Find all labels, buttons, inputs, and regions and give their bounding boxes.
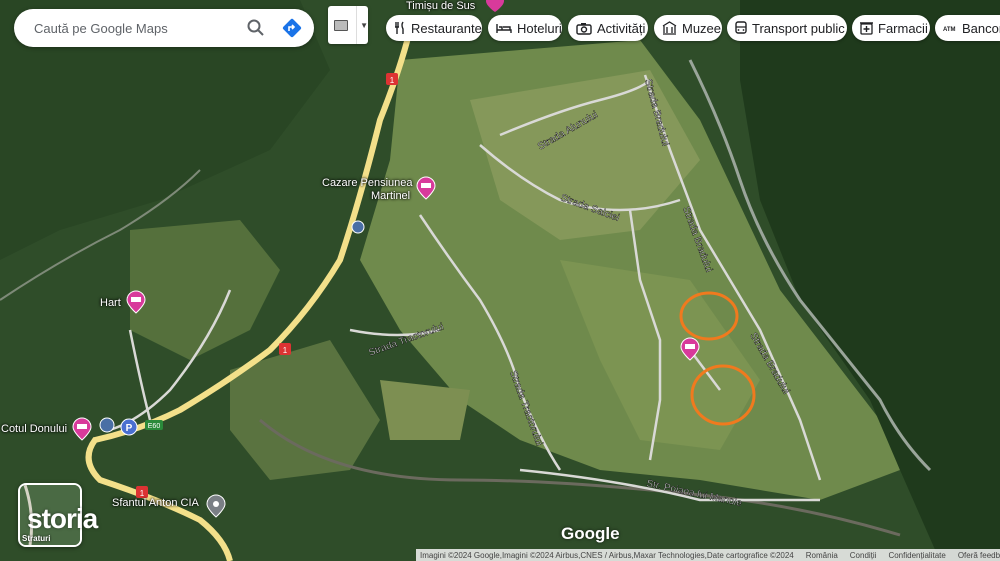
layers-label: Straturi (22, 534, 51, 543)
field-lower (380, 380, 470, 440)
chip-hoteluri[interactable]: Hoteluri (488, 15, 562, 41)
pharmacy-icon (860, 22, 873, 35)
place-label-hart[interactable]: Hart (100, 297, 121, 309)
hotel-pin-icon[interactable] (485, 0, 505, 12)
storia-watermark-logo: storia (27, 503, 98, 534)
place-label-timisu[interactable]: Timișu de Sus (406, 0, 475, 12)
keyboard-icon (334, 19, 349, 31)
terms-link[interactable]: Condiții (850, 551, 877, 560)
directions-icon[interactable] (280, 16, 304, 40)
road-shield-e60: E60 (145, 420, 163, 430)
chip-activitati[interactable]: Activități (568, 15, 648, 41)
feedback-link[interactable]: Oferă feedb (958, 551, 1000, 560)
hotel-pin-icon[interactable] (680, 337, 700, 361)
chip-restaurante[interactable]: Restaurante (386, 15, 482, 41)
parking-icon[interactable]: P (120, 418, 138, 436)
privacy-link[interactable]: Confidențialitate (888, 551, 945, 560)
chip-muzee[interactable]: Muzee (654, 15, 722, 41)
svg-text:P: P (126, 423, 133, 434)
place-label-sfantul-anton[interactable]: Sfantul Anton CIA (112, 497, 199, 509)
hotel-pin-icon[interactable] (416, 176, 436, 200)
bus-stop-icon[interactable] (99, 417, 115, 433)
svg-text:1: 1 (283, 346, 288, 355)
place-label-cazare-line2[interactable]: Martinel (371, 190, 410, 202)
map-footer: Imagini ©2024 Google,Imagini ©2024 Airbu… (416, 549, 1000, 561)
search-box[interactable]: Caută pe Google Maps (14, 9, 314, 47)
divider (356, 6, 358, 44)
camera-icon (576, 22, 592, 35)
road-shield-1-middle: 1 (279, 343, 291, 355)
search-icon[interactable] (246, 18, 266, 38)
bed-icon (496, 24, 512, 33)
road-shield-1-upper: 1 (386, 73, 398, 85)
place-pin-icon[interactable] (206, 494, 226, 518)
search-input[interactable]: Caută pe Google Maps (34, 21, 246, 36)
chevron-down-icon[interactable]: ▼ (360, 21, 368, 30)
svg-text:E60: E60 (148, 423, 161, 430)
place-label-cazare-line1[interactable]: Cazare Pensiunea (322, 177, 413, 189)
google-logo: Google (561, 524, 620, 543)
fork-knife-icon (395, 21, 404, 34)
atm-icon: ATM (943, 27, 956, 33)
bus-stop-icon[interactable] (351, 219, 365, 235)
hotel-pin-icon[interactable] (72, 417, 92, 441)
bus-icon (735, 21, 747, 34)
imagery-attribution: Imagini ©2024 Google,Imagini ©2024 Airbu… (420, 550, 794, 560)
country-label: România (805, 550, 838, 560)
satellite-map[interactable]: 1 1 1 E60 Strada Alunului Strada Salciei… (0, 0, 1000, 561)
keyboard-input-button[interactable]: ▼ (328, 6, 368, 44)
chip-bancomate[interactable]: ATM Bancom (935, 15, 1000, 41)
place-label-cotul-donului[interactable]: Cotul Donului (1, 423, 67, 435)
chip-transport-public[interactable]: Transport public (727, 15, 847, 41)
svg-text:1: 1 (390, 76, 395, 85)
chip-farmacii[interactable]: Farmacii (852, 15, 930, 41)
hotel-pin-icon[interactable] (126, 290, 146, 314)
museum-icon (662, 21, 677, 35)
svg-text:ATM: ATM (943, 27, 956, 33)
